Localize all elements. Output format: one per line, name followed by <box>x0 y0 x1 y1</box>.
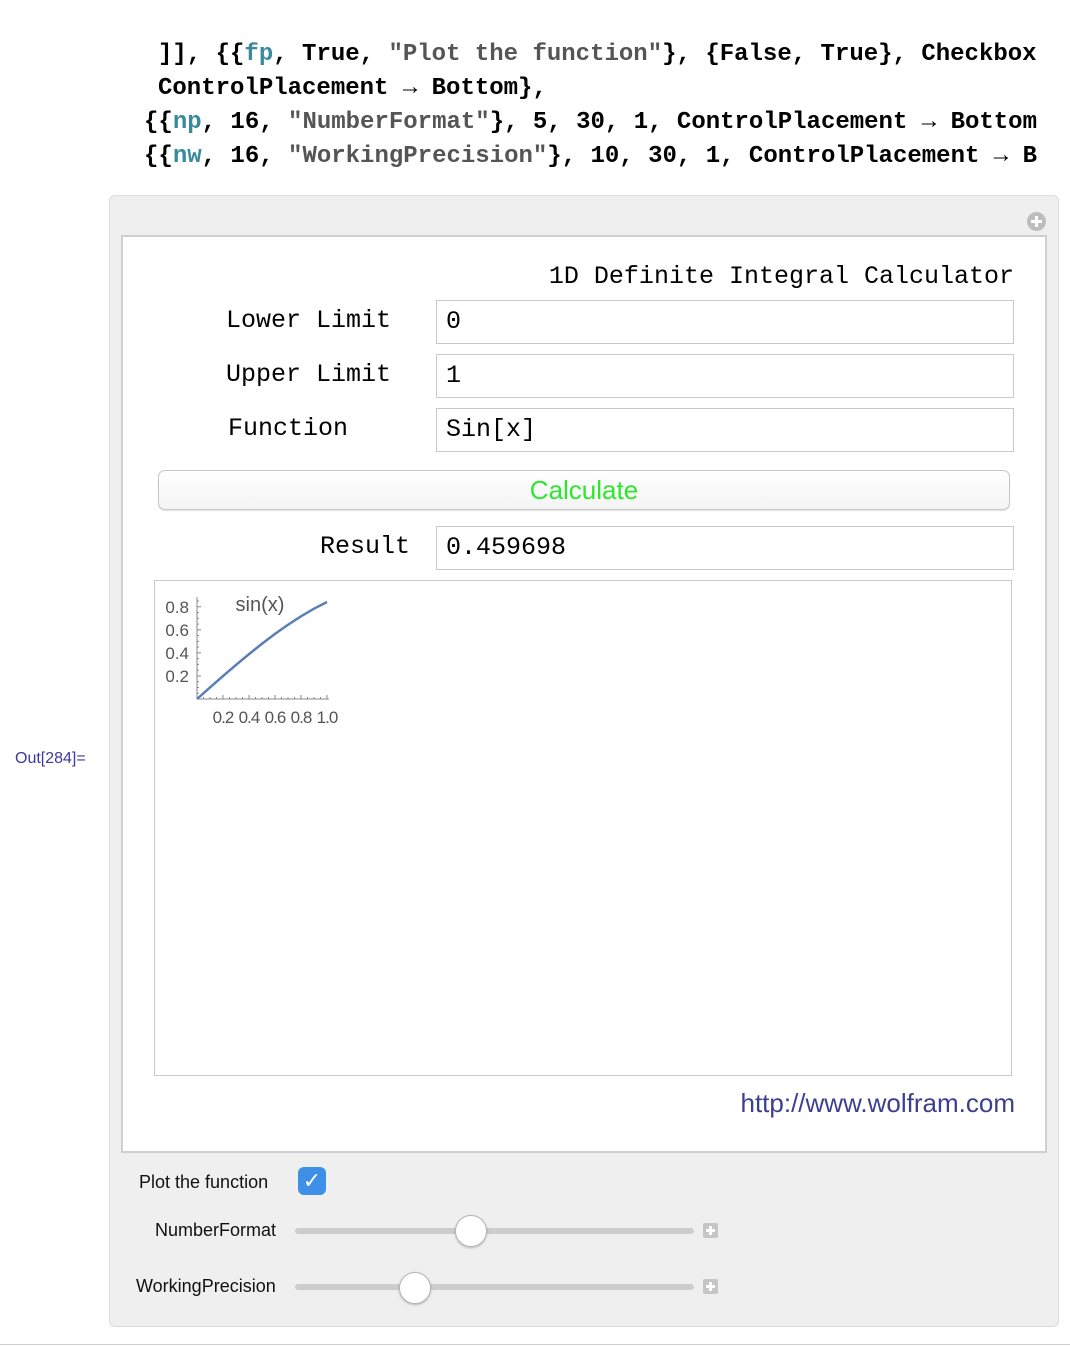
code-text: }, {False, True}, Checkbox <box>662 41 1037 68</box>
number-format-expand-icon[interactable] <box>703 1223 718 1238</box>
code-string: "NumberFormat" <box>288 109 490 136</box>
cell-divider <box>0 1344 1070 1345</box>
code-text: , True, <box>273 41 389 68</box>
lower-limit-label: Lower Limit <box>226 306 392 335</box>
x-tick-label: 0.4 <box>239 708 260 727</box>
y-tick-label: 0.6 <box>165 621 189 640</box>
number-format-label: NumberFormat <box>155 1220 277 1240</box>
y-tick-label: 0.8 <box>165 598 189 617</box>
code-line-3: {{np, 16, "NumberFormat"}, 5, 30, 1, Con… <box>144 106 1070 140</box>
code-text: {{ <box>144 143 173 170</box>
code-line-4: {{nw, 16, "WorkingPrecision"}, 10, 30, 1… <box>144 140 1070 174</box>
add-icon[interactable] <box>1027 212 1046 231</box>
code-string: "Plot the function" <box>388 41 663 68</box>
code-variable: fp <box>244 41 274 68</box>
code-variable: np <box>172 109 202 136</box>
working-precision-label: WorkingPrecision <box>136 1276 276 1296</box>
plot-title: sin(x) <box>236 594 285 616</box>
code-line-1: ]], {{fp, True, "Plot the function"}, {F… <box>158 38 1070 72</box>
code-string: "WorkingPrecision" <box>288 143 548 170</box>
code-text: , 16, <box>201 143 289 170</box>
plot-function-checkbox[interactable]: ✓ <box>298 1167 326 1195</box>
wolfram-link[interactable]: http://www.wolfram.com <box>740 1088 1015 1119</box>
calculator-title: 1D Definite Integral Calculator <box>548 262 1014 291</box>
number-format-slider[interactable] <box>295 1228 694 1234</box>
code-input[interactable]: ]], {{fp, True, "Plot the function"}, {F… <box>0 0 1070 170</box>
result-field: 0.459698 <box>436 526 1014 570</box>
function-label: Function <box>228 414 349 443</box>
function-input[interactable]: Sin[x] <box>436 408 1014 452</box>
code-text: ]], {{ <box>158 41 245 68</box>
code-text: ControlPlacement → Bottom}, <box>158 75 547 102</box>
x-tick-label: 1.0 <box>317 708 338 727</box>
y-tick-label: 0.2 <box>165 667 189 686</box>
code-text: }, 5, 30, 1, ControlPlacement → Bottom <box>489 109 1037 136</box>
upper-limit-label: Upper Limit <box>226 360 392 389</box>
series-line <box>196 600 328 700</box>
x-tick-label: 0.6 <box>265 708 286 727</box>
y-tick-label: 0.4 <box>165 644 189 663</box>
working-precision-slider-thumb[interactable] <box>398 1272 431 1304</box>
working-precision-slider[interactable] <box>295 1284 694 1290</box>
upper-limit-input[interactable]: 1 <box>436 354 1014 398</box>
x-tick-label: 0.2 <box>213 708 234 727</box>
number-format-slider-thumb[interactable] <box>454 1215 487 1247</box>
calculate-button[interactable]: Calculate <box>158 470 1010 510</box>
working-precision-expand-icon[interactable] <box>703 1279 718 1294</box>
code-variable: nw <box>172 143 202 170</box>
code-text: }, 10, 30, 1, ControlPlacement → B <box>547 143 1037 170</box>
code-text: , 16, <box>201 109 289 136</box>
output-label: Out[284]= <box>15 750 86 767</box>
x-tick-label: 0.8 <box>291 708 312 727</box>
code-text: {{ <box>144 109 173 136</box>
sin-plot: sin(x) 0.2 0.4 0.6 0.8 1.0 0.2 0.4 0.6 0.8 <box>165 594 338 727</box>
code-line-2: ControlPlacement → Bottom}, <box>158 72 1070 106</box>
result-label: Result <box>320 532 411 561</box>
lower-limit-input[interactable]: 0 <box>436 300 1014 344</box>
plot-function-label: Plot the function <box>139 1172 269 1192</box>
